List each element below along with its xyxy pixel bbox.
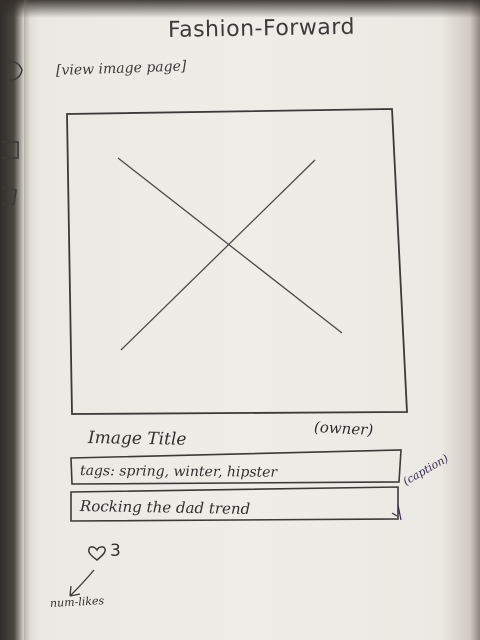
image-title: Image Title [87, 428, 187, 450]
num-likes-arrow [69, 569, 95, 597]
caption-pointer [391, 504, 402, 521]
app-title: Fashion-Forward [167, 14, 356, 43]
heart-icon[interactable] [87, 543, 107, 563]
image-placeholder-icon [117, 157, 343, 351]
like-count: 3 [110, 541, 121, 561]
caption-text: Rocking the dad trend [79, 497, 251, 518]
image-view[interactable] [66, 108, 408, 415]
notebook-page: Fashion-Forward [view image page] Image … [0, 0, 480, 640]
tags-text: tags: spring, winter, hipster [79, 463, 278, 481]
wireframe-sketch [66, 108, 408, 597]
owner-link[interactable]: (owner) [314, 418, 374, 439]
image-frame [66, 108, 408, 415]
